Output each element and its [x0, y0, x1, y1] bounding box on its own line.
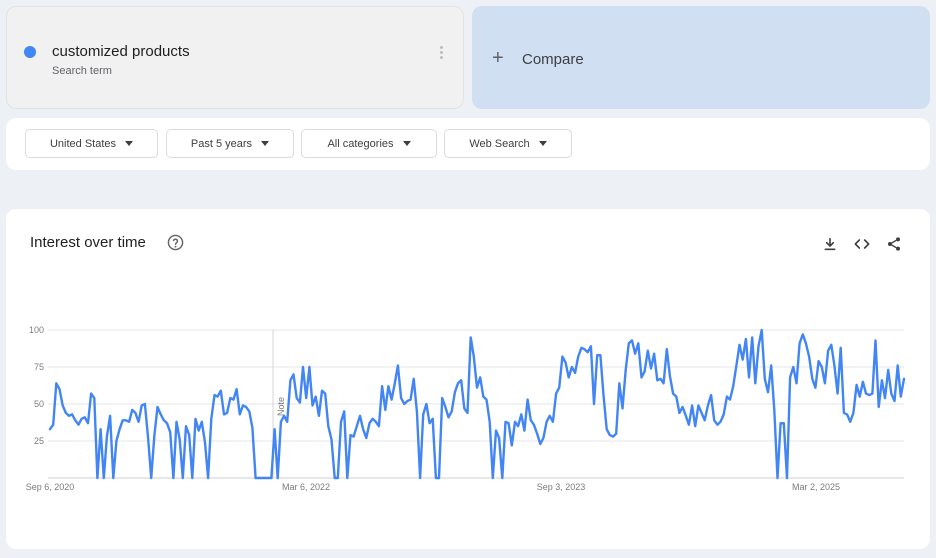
- x-tick-label: Sep 3, 2023: [537, 482, 586, 492]
- interest-over-time-chart: 25 50 75 100 Note Sep 6, 2020 Mar 6, 2022 Sep 3…: [26, 325, 906, 492]
- y-tick-label-50: 50: [34, 399, 44, 409]
- y-tick-label-25: 25: [34, 436, 44, 446]
- x-tick-label: Sep 6, 2020: [26, 482, 75, 492]
- y-tick-label-100: 100: [29, 325, 44, 335]
- y-tick-label-75: 75: [34, 362, 44, 372]
- x-tick-label: Mar 6, 2022: [282, 482, 330, 492]
- note-marker-label: Note: [276, 397, 286, 416]
- x-tick-label: Mar 2, 2025: [792, 482, 840, 492]
